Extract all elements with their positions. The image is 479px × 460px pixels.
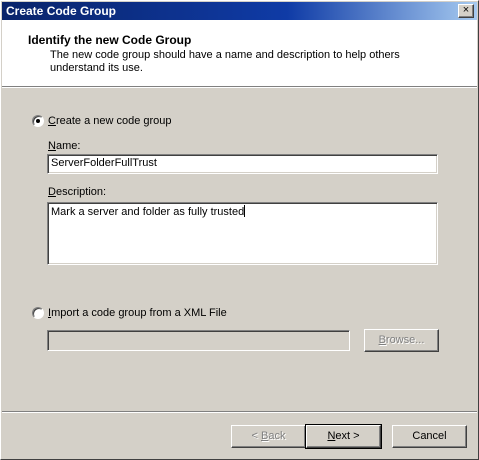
- text-caret: [244, 205, 246, 217]
- create-new-group-label: Create a new code group: [48, 115, 172, 127]
- window-title: Create Code Group: [6, 4, 117, 18]
- xml-file-path-field[interactable]: [47, 330, 350, 351]
- close-glyph: ×: [462, 4, 470, 16]
- radio-unchecked-indicator[interactable]: [32, 307, 44, 319]
- create-new-group-radio[interactable]: Create a new code group: [32, 115, 172, 127]
- import-group-label-text: mport a code group from a XML File: [51, 307, 227, 319]
- import-group-label: Import a code group from a XML File: [48, 307, 227, 319]
- create-new-group-mnemonic: C: [48, 115, 56, 127]
- radio-checked-indicator[interactable]: [32, 115, 44, 127]
- name-label-text: ame:: [55, 140, 81, 152]
- cancel-button[interactable]: Cancel: [392, 425, 467, 448]
- browse-label: rowse...: [385, 334, 425, 346]
- title-bar[interactable]: Create Code Group ×: [2, 2, 477, 20]
- name-field[interactable]: ServerFolderFullTrust: [47, 154, 438, 174]
- name-field-value: ServerFolderFullTrust: [51, 157, 157, 169]
- back-prefix: <: [251, 430, 261, 442]
- next-label: ext >: [335, 430, 360, 442]
- wizard-step-description: The new code group should have a name an…: [50, 49, 400, 74]
- header-divider: [2, 86, 477, 88]
- browse-mnemonic: B: [378, 334, 386, 346]
- create-new-group-label-text: reate a new code group: [55, 115, 172, 127]
- footer-divider: [2, 411, 477, 413]
- back-label: ack: [268, 430, 286, 442]
- wizard-step-title: Identify the new Code Group: [28, 33, 192, 47]
- back-button[interactable]: < Back: [231, 425, 306, 448]
- wizard-header: Identify the new Code Group The new code…: [2, 20, 477, 86]
- name-label-mnemonic: N: [48, 140, 56, 152]
- close-icon[interactable]: ×: [458, 4, 474, 18]
- description-field[interactable]: Mark a server and folder as fully truste…: [47, 202, 438, 265]
- next-button[interactable]: Next >: [305, 424, 382, 449]
- description-label-text: escription:: [55, 186, 107, 198]
- create-code-group-dialog: Create Code Group × Identify the new Cod…: [0, 0, 479, 460]
- description-label: Description:: [48, 186, 106, 198]
- browse-button[interactable]: Browse...: [364, 329, 439, 352]
- description-field-value: Mark a server and folder as fully truste…: [51, 206, 245, 218]
- description-label-mnemonic: D: [48, 186, 56, 198]
- name-label: Name:: [48, 140, 80, 152]
- import-group-radio[interactable]: Import a code group from a XML File: [32, 307, 227, 319]
- cancel-label: Cancel: [412, 430, 447, 442]
